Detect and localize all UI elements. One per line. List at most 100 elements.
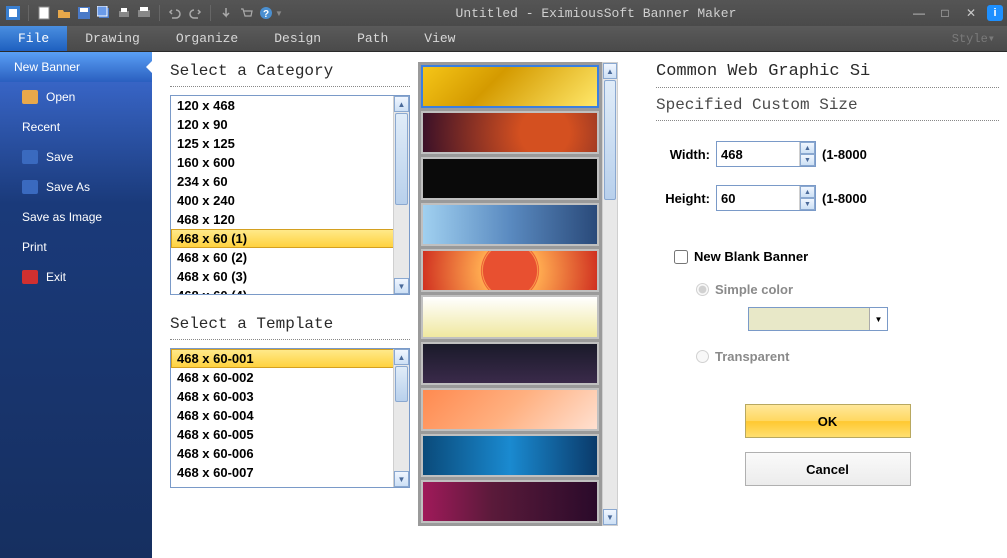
scroll-thumb[interactable] (604, 80, 616, 200)
list-item[interactable]: 468 x 60 (4) (171, 286, 409, 294)
height-spinner[interactable]: ▲▼ (716, 185, 816, 211)
preview-item[interactable] (421, 388, 599, 431)
sidebar-print[interactable]: Print (0, 232, 152, 262)
width-input[interactable] (717, 142, 799, 166)
scroll-thumb[interactable] (395, 366, 408, 402)
menu-file[interactable]: File (0, 26, 67, 51)
list-item[interactable]: 468 x 60-001 (171, 349, 409, 368)
transparent-label: Transparent (715, 349, 789, 364)
disk-icon (22, 150, 38, 164)
template-listbox[interactable]: 468 x 60-001468 x 60-002468 x 60-003468 … (170, 348, 410, 488)
dropdown-arrow-icon[interactable]: ▼ (869, 308, 887, 330)
scroll-down-button[interactable]: ▼ (394, 278, 409, 294)
list-item[interactable]: 468 x 60 (2) (171, 248, 409, 267)
sidebar-open[interactable]: Open (0, 82, 152, 112)
save-icon[interactable] (75, 4, 93, 22)
scrollbar[interactable]: ▲ ▼ (602, 62, 618, 526)
list-item[interactable]: 400 x 240 (171, 191, 409, 210)
menu-style[interactable]: Style▾ (940, 26, 1007, 51)
list-item[interactable]: 468 x 60-007 (171, 463, 409, 482)
sidebar-new-banner[interactable]: New Banner (0, 52, 152, 82)
scroll-down-button[interactable]: ▼ (394, 471, 409, 487)
preview-item[interactable] (421, 295, 599, 338)
list-item[interactable]: 125 x 125 (171, 134, 409, 153)
cancel-button[interactable]: Cancel (745, 452, 911, 486)
spin-up-button[interactable]: ▲ (800, 142, 815, 154)
spin-up-button[interactable]: ▲ (800, 186, 815, 198)
height-label: Height: (656, 191, 710, 206)
list-item[interactable]: 468 x 60-002 (171, 368, 409, 387)
minimize-button[interactable]: — (909, 5, 929, 21)
menu-drawing[interactable]: Drawing (67, 26, 158, 51)
dropdown-arrow-icon[interactable]: ▼ (275, 9, 283, 18)
new-blank-checkbox[interactable] (674, 250, 688, 264)
list-item[interactable]: 468 x 60-003 (171, 387, 409, 406)
scroll-thumb[interactable] (395, 113, 408, 205)
open-icon[interactable] (55, 4, 73, 22)
category-label: Select a Category (170, 62, 410, 80)
preview-item[interactable] (421, 342, 599, 385)
info-button[interactable]: i (987, 5, 1003, 21)
preview-item[interactable] (421, 157, 599, 200)
preview-item[interactable] (421, 111, 599, 154)
undo-icon[interactable] (166, 4, 184, 22)
maximize-button[interactable]: □ (935, 5, 955, 21)
list-item[interactable]: 468 x 120 (171, 210, 409, 229)
preview-item[interactable] (421, 65, 599, 108)
scroll-up-button[interactable]: ▲ (394, 96, 409, 112)
preview-item[interactable] (421, 480, 599, 523)
app-icon[interactable] (4, 4, 22, 22)
sidebar-exit[interactable]: Exit (0, 262, 152, 292)
list-item[interactable]: 468 x 60-006 (171, 444, 409, 463)
cart-icon[interactable] (237, 4, 255, 22)
svg-text:?: ? (263, 9, 269, 20)
list-item[interactable]: 468 x 60 (1) (171, 229, 409, 248)
menu-design[interactable]: Design (256, 26, 339, 51)
preview-item[interactable] (421, 203, 599, 246)
list-item[interactable]: 120 x 468 (171, 96, 409, 115)
preview-item[interactable] (421, 434, 599, 477)
spin-down-button[interactable]: ▼ (800, 154, 815, 166)
close-button[interactable]: ✕ (961, 5, 981, 21)
sidebar-save[interactable]: Save (0, 142, 152, 172)
tool-icon[interactable] (217, 4, 235, 22)
scrollbar[interactable]: ▲ ▼ (393, 96, 409, 294)
save-all-icon[interactable] (95, 4, 113, 22)
scroll-up-button[interactable]: ▲ (394, 349, 409, 365)
menu-organize[interactable]: Organize (158, 26, 256, 51)
redo-icon[interactable] (186, 4, 204, 22)
height-input[interactable] (717, 186, 799, 210)
height-range: (1-8000 (822, 191, 867, 206)
print-icon[interactable] (115, 4, 133, 22)
width-range: (1-8000 (822, 147, 867, 162)
menu-view[interactable]: View (406, 26, 473, 51)
spin-down-button[interactable]: ▼ (800, 198, 815, 210)
list-item[interactable]: 468 x 60-004 (171, 406, 409, 425)
sidebar-save-as-image[interactable]: Save as Image (0, 202, 152, 232)
new-icon[interactable] (35, 4, 53, 22)
list-item[interactable]: 468 x 60-008 (171, 482, 409, 487)
preview-item[interactable] (421, 249, 599, 292)
custom-size-heading: Specified Custom Size (656, 96, 999, 114)
sidebar-save-as[interactable]: Save As (0, 172, 152, 202)
simple-color-radio[interactable] (696, 283, 709, 296)
list-item[interactable]: 120 x 90 (171, 115, 409, 134)
width-spinner[interactable]: ▲▼ (716, 141, 816, 167)
print-preview-icon[interactable] (135, 4, 153, 22)
scroll-up-button[interactable]: ▲ (603, 63, 617, 79)
scroll-down-button[interactable]: ▼ (603, 509, 617, 525)
sidebar-label: Save as Image (22, 210, 102, 224)
color-combo[interactable]: ▼ (748, 307, 888, 331)
help-icon[interactable]: ? (257, 4, 275, 22)
list-item[interactable]: 160 x 600 (171, 153, 409, 172)
sidebar-recent[interactable]: Recent (0, 112, 152, 142)
ok-button[interactable]: OK (745, 404, 911, 438)
menu-path[interactable]: Path (339, 26, 406, 51)
category-listbox[interactable]: 120 x 468120 x 90125 x 125160 x 600234 x… (170, 95, 410, 295)
list-item[interactable]: 468 x 60-005 (171, 425, 409, 444)
scrollbar[interactable]: ▲ ▼ (393, 349, 409, 487)
list-item[interactable]: 234 x 60 (171, 172, 409, 191)
sidebar-label: Exit (46, 270, 66, 284)
list-item[interactable]: 468 x 60 (3) (171, 267, 409, 286)
transparent-radio[interactable] (696, 350, 709, 363)
